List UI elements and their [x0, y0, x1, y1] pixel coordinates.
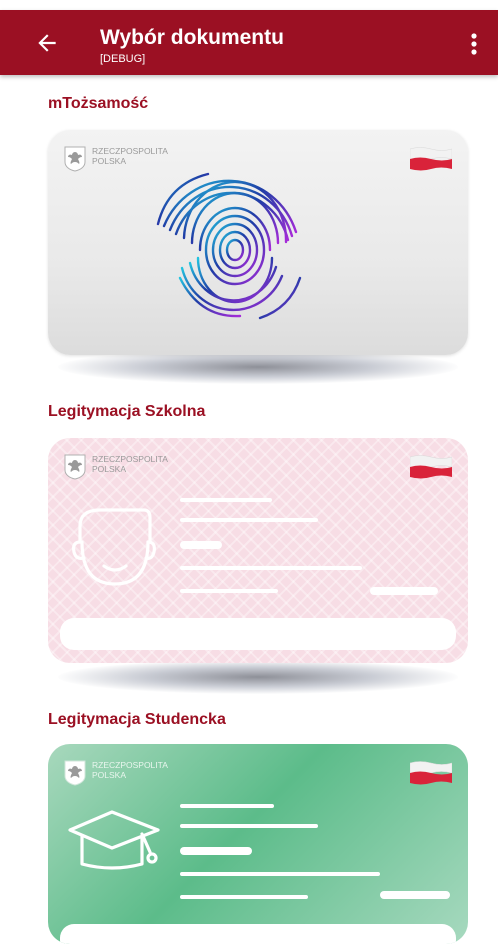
eagle-emblem-icon: [64, 146, 86, 172]
placeholder-line: [180, 824, 318, 828]
issuer-label: RZECZPOSPOLITA POLSKA: [92, 146, 168, 166]
issuer-line-2: POLSKA: [92, 770, 127, 780]
polish-flag-icon: [410, 761, 452, 785]
arrow-back-icon[interactable]: [34, 30, 60, 56]
section-title-legitymacja-szkolna: Legitymacja Szkolna: [48, 403, 206, 420]
placeholder-line: [180, 847, 252, 855]
placeholder-box: [60, 924, 456, 944]
issuer-line-2: POLSKA: [92, 464, 127, 474]
page-title: Wybór dokumentu: [100, 26, 284, 49]
issuer-line-2: POLSKA: [92, 156, 127, 166]
placeholder-line: [180, 589, 278, 593]
issuer-line-1: RZECZPOSPOLITA: [92, 146, 168, 156]
placeholder-box: [60, 618, 456, 650]
placeholder-line: [180, 541, 222, 549]
document-card-legitymacja-studencka[interactable]: RZECZPOSPOLITA POLSKA: [48, 744, 468, 944]
placeholder-line: [180, 895, 308, 899]
placeholder-line: [180, 804, 274, 808]
more-vert-icon[interactable]: [466, 31, 482, 57]
eagle-emblem-icon: [64, 760, 86, 786]
placeholder-line: [180, 498, 272, 502]
placeholder-line: [380, 891, 450, 899]
issuer-label: RZECZPOSPOLITA POLSKA: [92, 760, 168, 780]
placeholder-line: [180, 872, 380, 876]
fingerprint-icon: [156, 172, 302, 320]
eagle-emblem-icon: [64, 454, 86, 480]
app-bar: Wybór dokumentu [DEBUG]: [0, 10, 498, 75]
card-shadow: [58, 350, 458, 384]
section-title-mtozsamosc: mTożsamość: [48, 95, 149, 112]
card-shadow: [58, 660, 458, 694]
issuer-label: RZECZPOSPOLITA POLSKA: [92, 454, 168, 474]
section-title-legitymacja-studencka: Legitymacja Studencka: [48, 711, 226, 728]
polish-flag-icon: [410, 455, 452, 479]
document-card-legitymacja-szkolna[interactable]: RZECZPOSPOLITA POLSKA: [48, 438, 468, 663]
placeholder-line: [180, 518, 318, 522]
issuer-line-1: RZECZPOSPOLITA: [92, 454, 168, 464]
student-avatar-icon: [72, 508, 156, 586]
debug-label: [DEBUG]: [100, 53, 146, 65]
document-card-mtozsamosc[interactable]: RZECZPOSPOLITA POLSKA: [48, 130, 468, 355]
graduation-cap-icon: [68, 810, 160, 870]
issuer-line-1: RZECZPOSPOLITA: [92, 760, 168, 770]
placeholder-line: [180, 566, 362, 570]
polish-flag-icon: [410, 147, 452, 171]
placeholder-line: [370, 587, 438, 595]
